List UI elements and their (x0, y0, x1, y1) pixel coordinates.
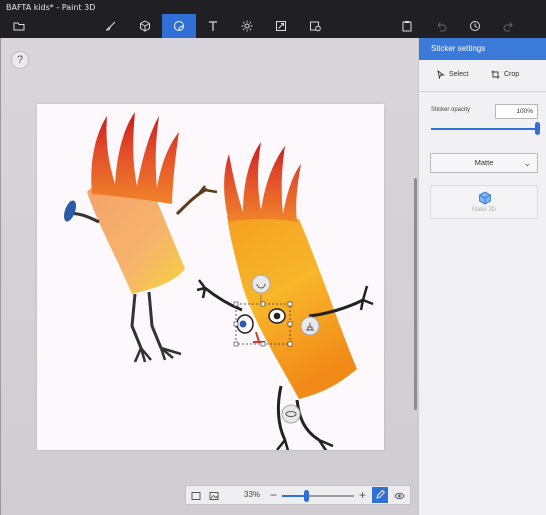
title-bar: BAFTA kids* - Paint 3D (0, 0, 546, 38)
zoom-slider[interactable] (282, 490, 354, 502)
pen-icon (376, 490, 385, 499)
paste-icon (402, 21, 412, 32)
canvas-button[interactable] (264, 14, 298, 38)
redo-icon (503, 22, 513, 32)
select-tool[interactable]: Select (437, 70, 468, 79)
view-3d-button[interactable] (392, 489, 406, 503)
crop-icon (491, 70, 500, 79)
sticker-opacity-thumb[interactable] (535, 122, 540, 135)
frame-icon (191, 492, 201, 500)
sticker-settings-panel: Sticker settings Select Crop Sticker opa… (418, 38, 546, 515)
sticker-opacity-label: Sticker opacity (431, 107, 471, 113)
library-button[interactable] (298, 14, 332, 38)
finish-dropdown[interactable]: Matte ⌄ (430, 153, 538, 173)
effects-button[interactable] (230, 14, 264, 38)
zoom-out-button[interactable]: − (270, 487, 277, 503)
zoom-in-button[interactable]: + (359, 487, 366, 503)
selection-tools: Select Crop (419, 60, 546, 92)
resize-icon (276, 21, 286, 31)
redo-button[interactable] (492, 14, 526, 38)
paste-button[interactable] (390, 14, 424, 38)
brushes-button[interactable] (94, 14, 128, 38)
undo-icon (437, 22, 447, 32)
menu-button[interactable] (2, 14, 36, 38)
fit-view-button[interactable] (189, 489, 203, 503)
text-button[interactable] (196, 14, 230, 38)
remix-icon (310, 21, 321, 32)
text-icon (209, 21, 217, 31)
vertical-scrollbar[interactable] (414, 178, 417, 410)
pen-mode-button[interactable] (372, 487, 388, 503)
brush-icon (105, 21, 116, 31)
help-button[interactable]: ? (11, 51, 29, 69)
cursor-icon (437, 70, 445, 79)
stamp-handle[interactable] (300, 316, 320, 336)
window-title: BAFTA kids* - Paint 3D (6, 3, 96, 12)
zoom-percentage: 33% (244, 490, 261, 499)
3d-shapes-button[interactable] (128, 14, 162, 38)
sticker-opacity-input[interactable]: 100% (495, 104, 538, 119)
tilt-handle[interactable] (281, 404, 301, 424)
history-button[interactable] (458, 14, 492, 38)
view-image-button[interactable] (207, 489, 221, 503)
view-bar: 33% − + (185, 485, 411, 505)
crop-tool[interactable]: Crop (491, 70, 519, 79)
crop-tool-label: Crop (504, 71, 520, 78)
canvas-workspace[interactable]: ? 33% − + (0, 38, 418, 515)
artwork (63, 112, 374, 455)
eye-icon (393, 492, 405, 500)
panel-title: Sticker settings (419, 38, 546, 60)
history-icon (470, 21, 480, 31)
character-left (63, 112, 218, 363)
image-icon (209, 492, 219, 500)
character-right[interactable] (196, 142, 374, 455)
sticker-icon (174, 21, 184, 31)
sticker-opacity-slider[interactable] (431, 128, 537, 130)
zoom-slider-thumb[interactable] (303, 490, 309, 502)
zoom-slider-fill (282, 495, 306, 497)
make-3d-label: Make 3D (471, 207, 496, 213)
finish-dropdown-value: Matte (474, 158, 494, 167)
cube-icon (479, 191, 491, 205)
chevron-down-icon: ⌄ (523, 158, 531, 168)
stickers-button[interactable] (162, 14, 196, 38)
sun-icon (241, 20, 253, 32)
make-3d-button[interactable]: Make 3D (430, 185, 538, 219)
select-tool-label: Select (449, 71, 469, 78)
cube-icon (140, 20, 150, 32)
folder-icon (13, 22, 25, 31)
drawing-canvas[interactable] (37, 104, 384, 455)
undo-button[interactable] (424, 14, 458, 38)
paint3d-window: BAFTA kids* - Paint 3D ? 33% − + Sticker… (0, 0, 546, 515)
